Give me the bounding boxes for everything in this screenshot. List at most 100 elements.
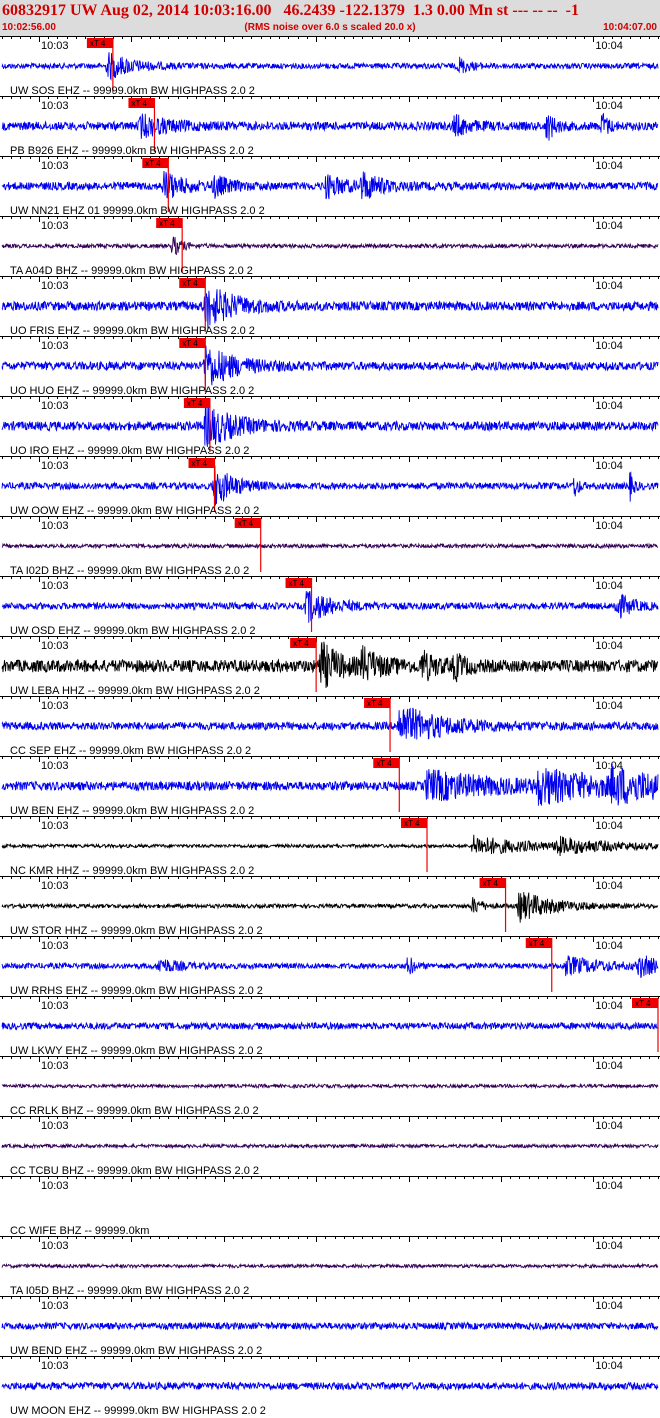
tick-label: 10:04 bbox=[595, 1180, 623, 1192]
pick-label: xT 4 bbox=[187, 399, 203, 408]
tick-label: 10:04 bbox=[595, 460, 623, 472]
pick-label: xT 4 bbox=[289, 579, 305, 588]
waveform bbox=[1, 707, 659, 740]
event-title: 60832917 UW Aug 02, 2014 10:03:16.00 46.… bbox=[2, 2, 579, 19]
station-label: UO FRIS EHZ -- 99999.0km BW HIGHPASS 2.0… bbox=[10, 325, 255, 337]
waveform bbox=[1, 1142, 659, 1150]
station-label: UW OSD EHZ -- 99999.0km BW HIGHPASS 2.0 … bbox=[10, 625, 256, 637]
waveform bbox=[1, 834, 659, 857]
trace-14: 10:03 10:04 xT 4 UW STOR HHZ -- 99999.0km B… bbox=[0, 876, 660, 937]
pick-label: xT 4 bbox=[529, 939, 545, 948]
waveform bbox=[1, 542, 659, 550]
pick-label: xT 4 bbox=[159, 219, 175, 228]
pick-label: xT 4 bbox=[367, 699, 383, 708]
waveform bbox=[1, 892, 659, 923]
station-label: PB B926 EHZ -- 99999.0km BW HIGHPASS 2.0… bbox=[10, 145, 254, 157]
scaling-note: (RMS noise over 6.0 s scaled 20.0 x) bbox=[244, 22, 416, 33]
tick-label: 10:03 bbox=[41, 1120, 69, 1132]
station-label: UW NN21 EHZ 01 99999.0km BW HIGHPASS 2.0… bbox=[10, 205, 265, 217]
pick-label: xT 4 bbox=[131, 99, 147, 108]
trace-9: 10:03 10:04 xT 4 UW OSD EHZ -- 99999.0km BW… bbox=[0, 576, 660, 637]
tick-label: 10:03 bbox=[41, 1180, 69, 1192]
tick-label: 10:03 bbox=[41, 640, 69, 652]
station-label: UW STOR HHZ -- 99999.0km BW HIGHPASS 2.0… bbox=[10, 925, 263, 937]
pick-label: xT 4 bbox=[182, 339, 198, 348]
pick-label: xT 4 bbox=[182, 279, 198, 288]
waveform bbox=[1, 289, 659, 330]
pick-label: xT 4 bbox=[404, 819, 420, 828]
pick-label: xT 4 bbox=[483, 879, 499, 888]
tick-label: 10:03 bbox=[41, 820, 69, 832]
tick-label: 10:04 bbox=[595, 580, 623, 592]
tick-label: 10:03 bbox=[41, 1300, 69, 1312]
tick-label: 10:03 bbox=[41, 1360, 69, 1372]
station-label: UW RRHS EHZ -- 99999.0km BW HIGHPASS 2.0… bbox=[10, 985, 263, 997]
waveform bbox=[1, 465, 659, 506]
tick-label: 10:03 bbox=[41, 340, 69, 352]
trace-1: 10:03 10:04 xT 4 PB B926 EHZ -- 99999.0km B… bbox=[0, 96, 660, 157]
trace-7: 10:03 10:04 xT 4 UW OOW EHZ -- 99999.0km BW… bbox=[0, 456, 660, 517]
tick-label: 10:03 bbox=[41, 280, 69, 292]
trace-0: 10:03 10:04 xT 4 UW SOS EHZ -- 99999.0km BW… bbox=[0, 36, 660, 97]
tick-label: 10:03 bbox=[41, 1240, 69, 1252]
waveform bbox=[1, 1021, 659, 1032]
trace-13: 10:03 10:04 xT 4 NC KMR HHZ -- 99999.0km BW… bbox=[0, 816, 660, 877]
waveform bbox=[1, 763, 659, 806]
trace-8: 10:03 10:04 xT 4 TA I02D BHZ -- 99999.0km B… bbox=[0, 516, 660, 577]
tick-label: 10:03 bbox=[41, 460, 69, 472]
station-label: CC TCBU BHZ -- 99999.0km BW HIGHPASS 2.0… bbox=[10, 1165, 259, 1177]
tick-label: 10:03 bbox=[41, 880, 69, 892]
tick-label: 10:04 bbox=[595, 700, 623, 712]
waveform bbox=[1, 955, 659, 979]
pick-label: xT 4 bbox=[293, 639, 309, 648]
station-label: CC WIFE BHZ -- 99999.0km bbox=[10, 1225, 149, 1237]
tick-label: 10:03 bbox=[41, 520, 69, 532]
tick-label: 10:04 bbox=[595, 280, 623, 292]
tick-label: 10:03 bbox=[41, 160, 69, 172]
station-label: UW LEBA HHZ -- 99999.0km BW HIGHPASS 2.0… bbox=[10, 685, 260, 697]
tick-label: 10:04 bbox=[595, 100, 623, 112]
tick-label: 10:03 bbox=[41, 1000, 69, 1012]
tick-label: 10:04 bbox=[595, 640, 623, 652]
tick-label: 10:03 bbox=[41, 400, 69, 412]
pick-label: xT 4 bbox=[192, 459, 208, 468]
station-label: NC KMR HHZ -- 99999.0km BW HIGHPASS 2.0 … bbox=[10, 865, 254, 877]
trace-5: 10:03 10:04 xT 4 UO HUO EHZ -- 99999.0km BW… bbox=[0, 336, 660, 397]
waveform bbox=[1, 170, 659, 200]
station-label: UW OOW EHZ -- 99999.0km BW HIGHPASS 2.0 … bbox=[10, 505, 259, 517]
trace-18: 10:03 10:04 CC TCBU BHZ -- 99999.0km BW HI… bbox=[0, 1116, 660, 1177]
trace-10: 10:03 10:04 xT 4 UW LEBA HHZ -- 99999.0km B… bbox=[0, 636, 660, 697]
waveform bbox=[1, 112, 659, 141]
waveform bbox=[1, 1380, 659, 1392]
station-label: UW LKWY EHZ -- 99999.0km BW HIGHPASS 2.0… bbox=[10, 1045, 263, 1057]
tick-label: 10:03 bbox=[41, 700, 69, 712]
station-label: CC SEP EHZ -- 99999.0km BW HIGHPASS 2.0 … bbox=[10, 745, 251, 757]
waveform bbox=[1, 52, 659, 81]
tick-label: 10:03 bbox=[41, 580, 69, 592]
trace-4: 10:03 10:04 xT 4 UO FRIS EHZ -- 99999.0km B… bbox=[0, 276, 660, 337]
waveform bbox=[1, 641, 659, 688]
tick-label: 10:04 bbox=[595, 400, 623, 412]
tick-label: 10:03 bbox=[41, 1060, 69, 1072]
tick-label: 10:04 bbox=[595, 1000, 623, 1012]
trace-17: 10:03 10:04 CC RRLK BHZ -- 99999.0km BW HI… bbox=[0, 1056, 660, 1117]
station-label: UW BEN EHZ -- 99999.0km BW HIGHPASS 2.0 … bbox=[10, 805, 254, 817]
tick-label: 10:03 bbox=[41, 100, 69, 112]
tick-label: 10:04 bbox=[595, 820, 623, 832]
trace-6: 10:03 10:04 xT 4 UO IRO EHZ -- 99999.0km BW… bbox=[0, 396, 660, 457]
trace-3: 10:03 10:04 xT 4 TA A04D BHZ -- 99999.0km B… bbox=[0, 216, 660, 277]
waveform bbox=[1, 1082, 659, 1090]
trace-20: 10:03 10:04 TA I05D BHZ -- 99999.0km BW HI… bbox=[0, 1236, 660, 1297]
tick-label: 10:03 bbox=[41, 760, 69, 772]
waveform bbox=[1, 236, 659, 255]
tick-label: 10:04 bbox=[595, 1360, 623, 1372]
station-label: UW MOON EHZ -- 99999.0km BW HIGHPASS 2.0… bbox=[10, 1405, 266, 1417]
trace-2: 10:03 10:04 xT 4 UW NN21 EHZ 01 99999.0km B… bbox=[0, 156, 660, 217]
tick-label: 10:04 bbox=[595, 220, 623, 232]
waveform bbox=[1, 345, 659, 387]
tick-label: 10:04 bbox=[595, 1120, 623, 1132]
event-header: 60832917 UW Aug 02, 2014 10:03:16.00 46.… bbox=[0, 0, 660, 36]
trace-12: 10:03 10:04 xT 4 UW BEN EHZ -- 99999.0km BW… bbox=[0, 756, 660, 817]
end-time-label: 10:04:07.00 bbox=[603, 22, 657, 33]
tick-label: 10:04 bbox=[595, 160, 623, 172]
